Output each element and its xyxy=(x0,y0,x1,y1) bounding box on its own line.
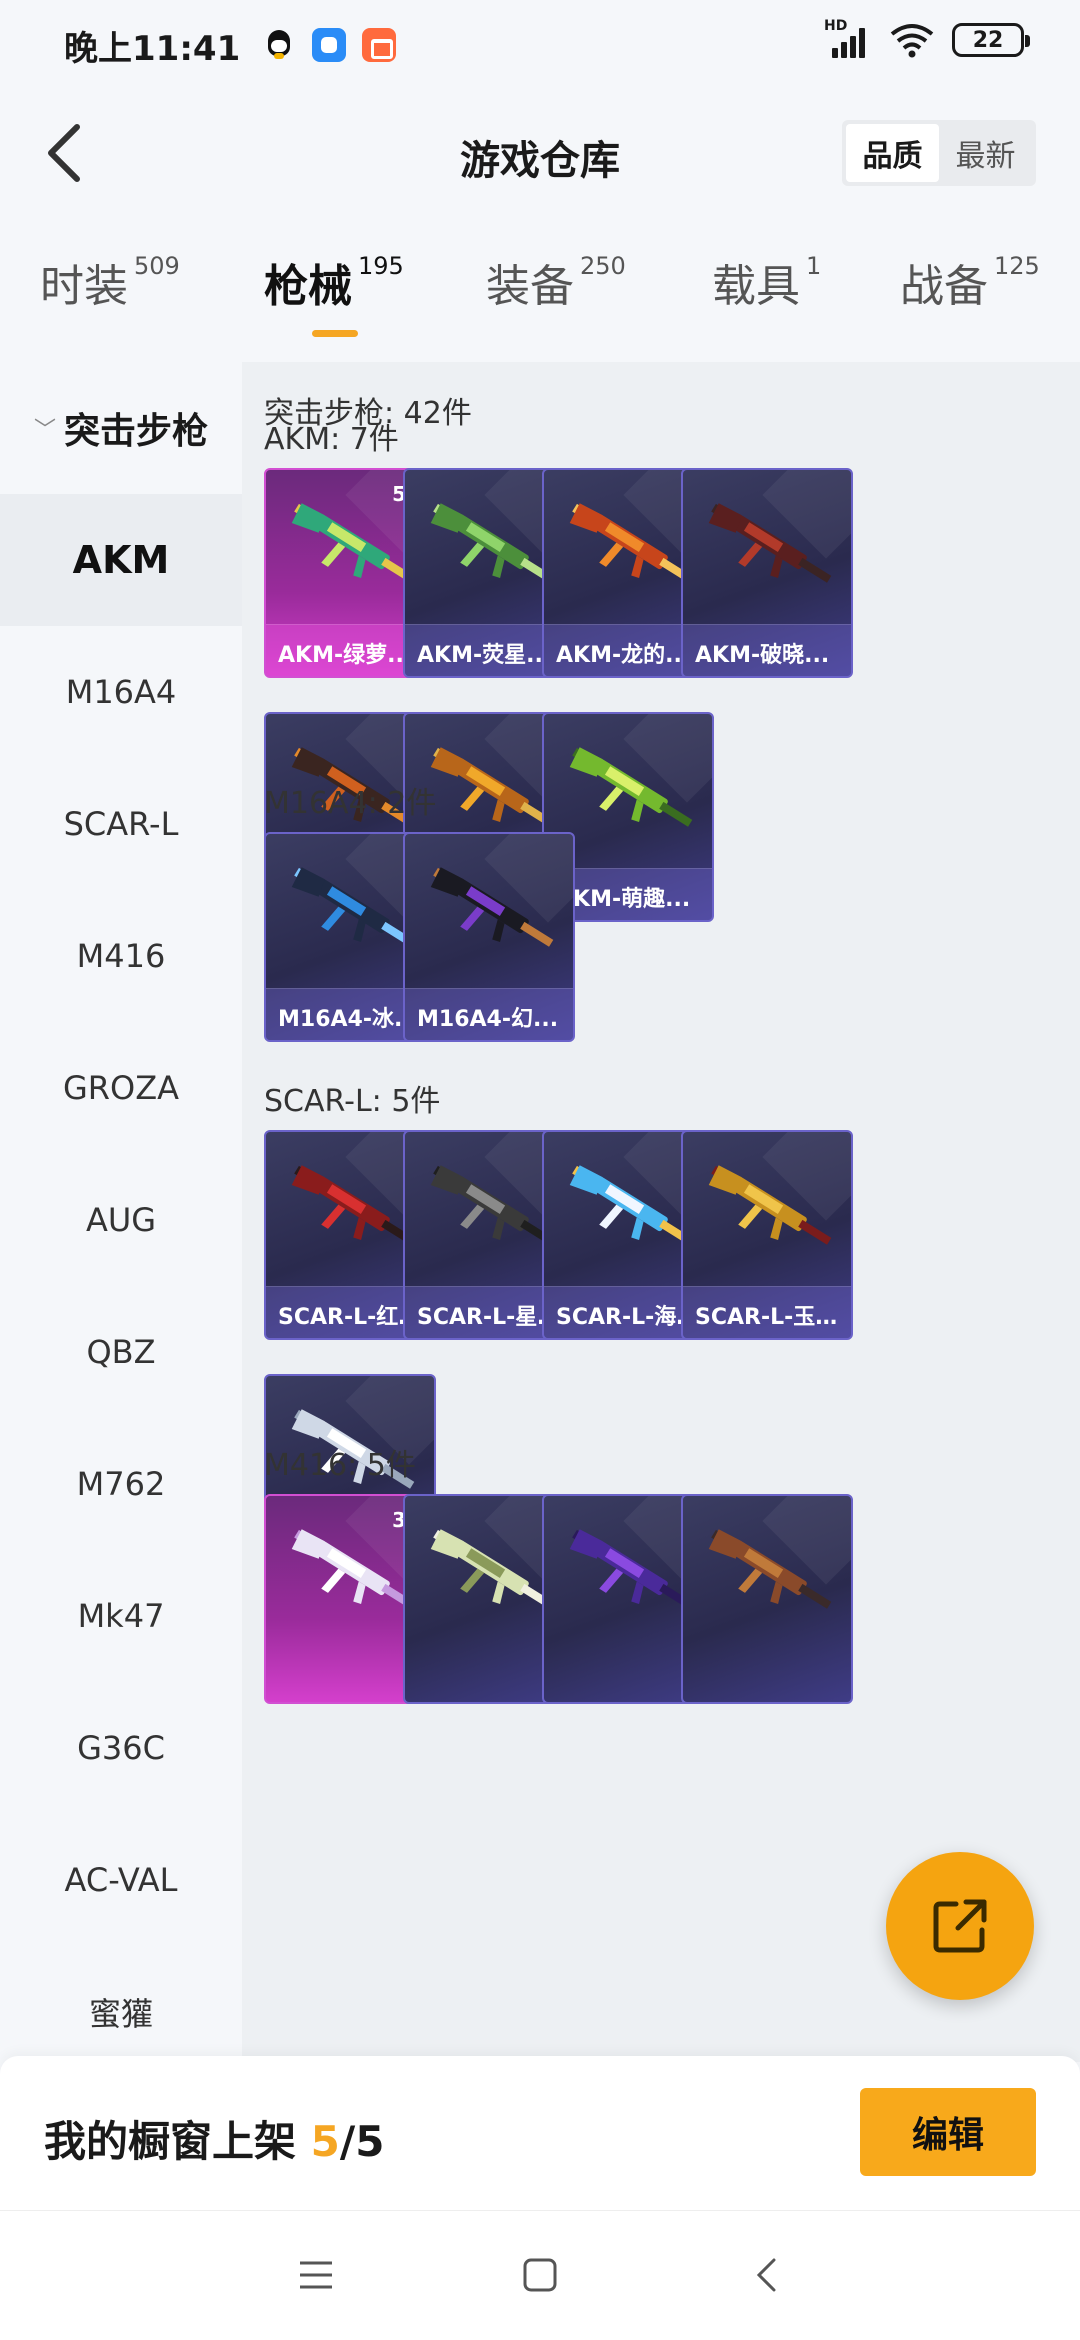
weapon-skin-image xyxy=(708,503,832,583)
weapon-skin-card[interactable]: SCAR-L-玉... xyxy=(681,1130,853,1340)
weapon-group-title: AKM: 7件 xyxy=(264,422,399,457)
weapon-skin-image xyxy=(569,747,693,827)
tab-label: 枪械 xyxy=(264,261,352,312)
back-nav-button[interactable] xyxy=(736,2245,796,2305)
battery-level: 22 xyxy=(972,27,1004,53)
sidebar-item-m416[interactable]: M416 xyxy=(0,890,242,1022)
tab-fashion[interactable]: 时装 509 xyxy=(40,250,180,314)
tab-vehicles[interactable]: 载具 1 xyxy=(712,250,821,314)
system-nav-bar xyxy=(0,2210,1080,2340)
sidebar-item-mk47[interactable]: Mk47 xyxy=(0,1550,242,1682)
showcase-bar: 我的橱窗上架 5/5 编辑 xyxy=(0,2056,1080,2210)
sidebar-item-ac-val[interactable]: AC-VAL xyxy=(0,1814,242,1946)
wifi-icon xyxy=(890,24,934,58)
edit-button[interactable]: 编辑 xyxy=(860,2088,1036,2176)
tab-label: 装备 xyxy=(486,261,574,312)
tab-count: 509 xyxy=(134,252,180,280)
weapon-grid: 突击步枪: 42件 AKM: 7件 5级AKM-绿萝... xyxy=(242,362,1080,2062)
sidebar-item-m16a4[interactable]: M16A4 xyxy=(0,626,242,758)
weapon-group-title: SCAR-L: 5件 xyxy=(264,1084,441,1119)
weapon-skin-image xyxy=(708,1165,832,1245)
signal-icon: HD xyxy=(824,18,872,58)
sidebar-item-qbz[interactable]: QBZ xyxy=(0,1286,242,1418)
tab-count: 195 xyxy=(358,252,404,280)
tab-count: 125 xyxy=(994,252,1040,280)
share-button[interactable] xyxy=(886,1852,1034,2000)
weapon-skin-name: SCAR-L-玉... xyxy=(683,1286,851,1338)
weapon-skin-image xyxy=(708,1529,832,1609)
sort-toggle: 品质 最新 xyxy=(842,120,1036,186)
sidebar-item-akm[interactable]: AKM xyxy=(0,494,242,626)
menu-nav-button[interactable] xyxy=(286,2245,346,2305)
sidebar-item-aug[interactable]: AUG xyxy=(0,1154,242,1286)
weapon-skin-name: M16A4-幻... xyxy=(405,988,573,1040)
sidebar-item-g36c[interactable]: G36C xyxy=(0,1682,242,1814)
qq-app-icon xyxy=(262,28,296,62)
sidebar-group-assault-rifles[interactable]: ﹀ 突击步枪 xyxy=(0,362,242,494)
header: 游戏仓库 品质 最新 xyxy=(0,90,1080,216)
weapon-category-sidebar: ﹀ 突击步枪 AKM M16A4 SCAR-L M416 GROZA AUG Q… xyxy=(0,362,242,2062)
showcase-total-count: /5 xyxy=(339,2117,385,2166)
tab-supplies[interactable]: 战备 125 xyxy=(900,250,1040,314)
tab-label: 战备 xyxy=(900,261,988,312)
tab-count: 250 xyxy=(580,252,626,280)
weapon-group-title: M416: 5件 xyxy=(264,1448,416,1483)
tab-label: 时装 xyxy=(40,261,128,312)
status-bar: 晚上11:41 HD 22 xyxy=(0,0,1080,90)
showcase-status: 我的橱窗上架 5/5 xyxy=(44,2108,384,2169)
tab-weapons[interactable]: 枪械 195 xyxy=(264,250,404,314)
home-nav-button[interactable] xyxy=(510,2245,570,2305)
weapon-skin-card[interactable] xyxy=(681,1494,853,1704)
app-notification-icon xyxy=(312,28,347,62)
sort-quality-option[interactable]: 品质 xyxy=(846,124,939,182)
sidebar-group-label: 突击步枪 xyxy=(64,411,209,452)
weapon-skin-name: AKM-破晓... xyxy=(683,624,851,676)
showcase-current-count: 5 xyxy=(310,2117,340,2166)
sidebar-item-m762[interactable]: M762 xyxy=(0,1418,242,1550)
network-type: HD xyxy=(824,18,848,34)
back-nav-icon xyxy=(756,2258,776,2292)
category-tabs: 时装 509 枪械 195 装备 250 载具 1 战备 125 xyxy=(0,250,1080,350)
tab-equipment[interactable]: 装备 250 xyxy=(486,250,626,314)
weapon-skin-image xyxy=(430,867,554,947)
sort-latest-option[interactable]: 最新 xyxy=(939,124,1032,182)
tab-count: 1 xyxy=(806,252,822,280)
sidebar-item-scar-l[interactable]: SCAR-L xyxy=(0,758,242,890)
tab-label: 载具 xyxy=(712,261,800,312)
shop-app-icon xyxy=(362,28,397,62)
battery-icon: 22 xyxy=(952,23,1030,57)
home-icon xyxy=(523,2258,557,2292)
weapon-group-title: M16A4: 2件 xyxy=(264,786,437,821)
active-tab-indicator xyxy=(312,330,358,337)
share-icon xyxy=(933,1899,987,1953)
chevron-down-icon: ﹀ xyxy=(33,418,56,443)
weapon-skin-card[interactable]: AKM-破晓... xyxy=(681,468,853,678)
status-time: 晚上11:41 xyxy=(64,28,241,69)
weapon-skin-card[interactable]: M16A4-幻... xyxy=(403,832,575,1042)
sidebar-item-groza[interactable]: GROZA xyxy=(0,1022,242,1154)
menu-icon xyxy=(300,2261,332,2289)
showcase-label: 我的橱窗上架 xyxy=(44,2117,297,2166)
